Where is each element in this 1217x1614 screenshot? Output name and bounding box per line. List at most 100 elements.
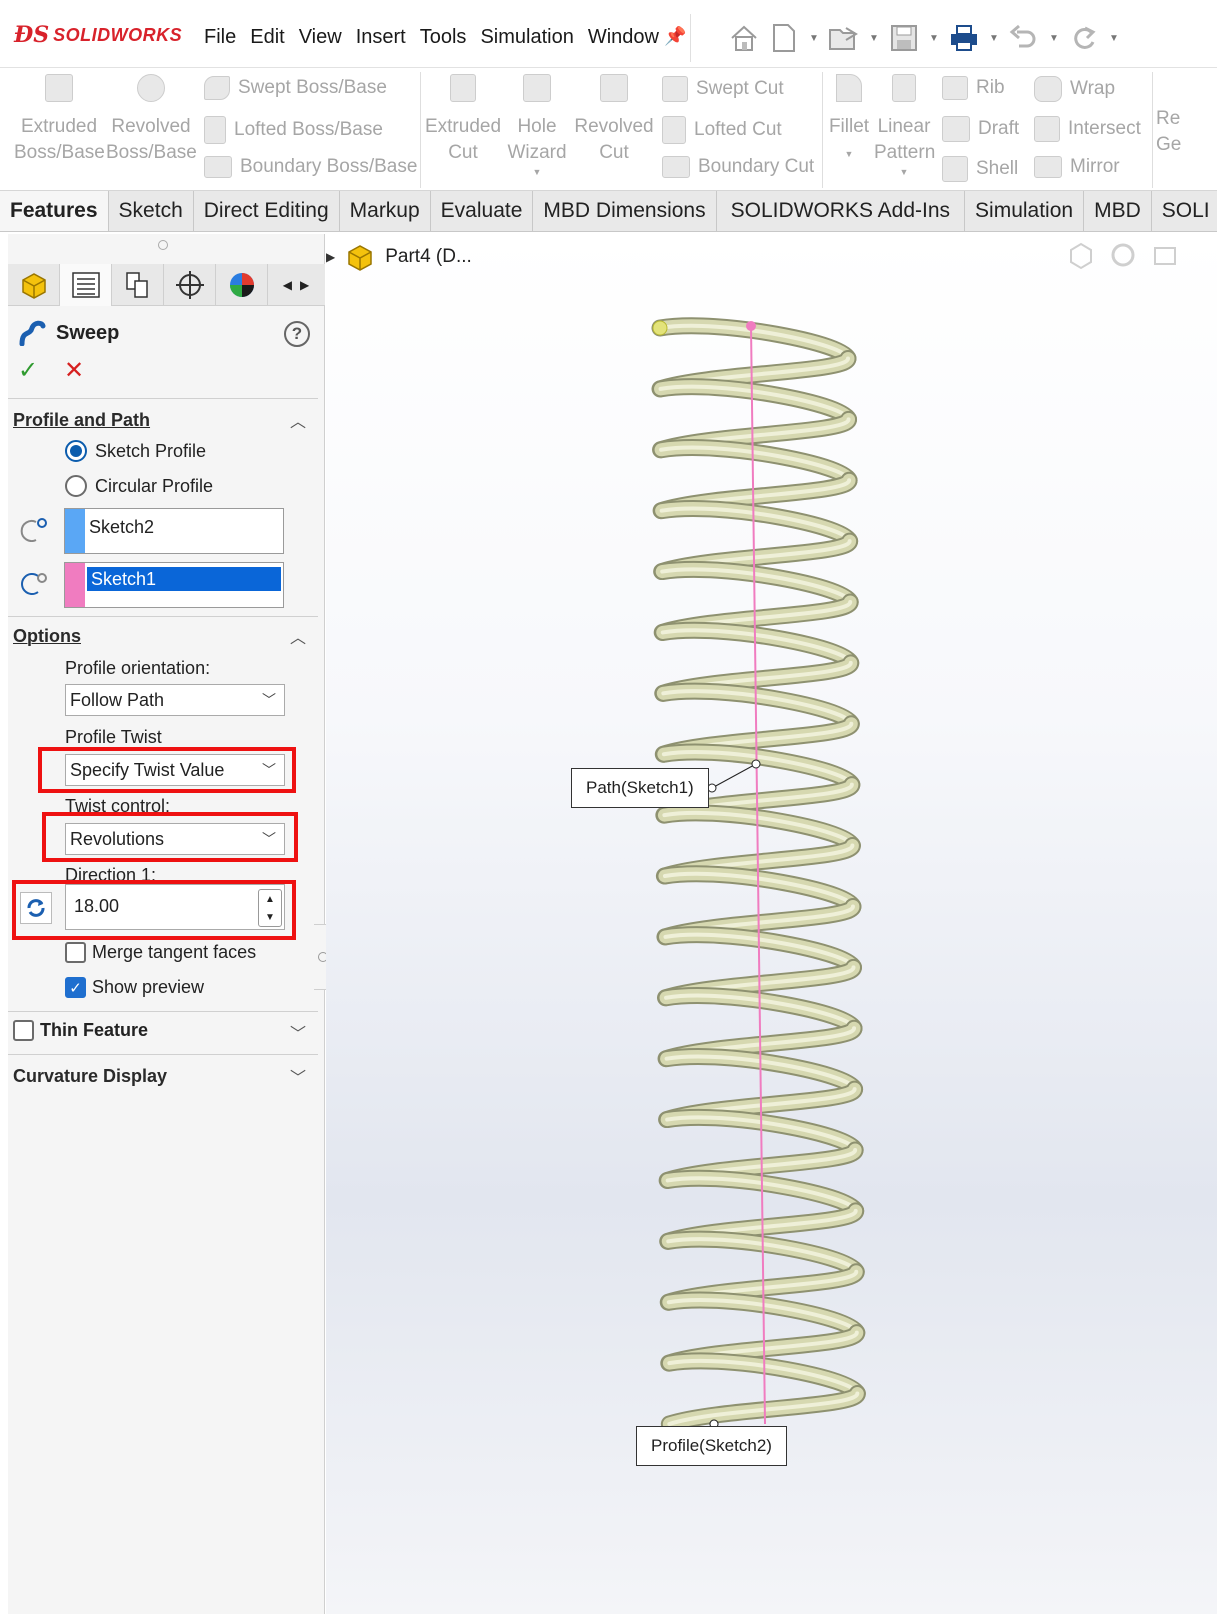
wrap-icon xyxy=(1034,76,1062,102)
menu-simulation[interactable]: Simulation xyxy=(480,26,573,49)
linear-pattern-icon xyxy=(874,74,934,110)
open-icon[interactable] xyxy=(827,21,861,55)
chevron-down-icon[interactable]: ▼ xyxy=(867,33,881,44)
swept-boss-button[interactable]: Swept Boss/Base xyxy=(204,76,387,100)
help-icon[interactable]: ? xyxy=(284,321,310,347)
tab-simulation[interactable]: Simulation xyxy=(965,191,1085,231)
curvature-display-heading[interactable]: Curvature Display xyxy=(13,1066,167,1087)
redo-icon[interactable] xyxy=(1067,21,1101,55)
swept-cut-label: Swept Cut xyxy=(696,78,784,99)
pin-icon[interactable]: 📌 xyxy=(664,26,686,47)
tab-features[interactable]: Features xyxy=(0,191,109,231)
leader-handle[interactable] xyxy=(751,759,761,769)
menu-edit[interactable]: Edit xyxy=(250,26,284,49)
rib-button[interactable]: Rib xyxy=(942,76,1005,100)
sketch-profile-radio[interactable]: Sketch Profile xyxy=(65,440,206,462)
ok-check-icon[interactable]: ✓ xyxy=(18,356,38,385)
mirror-label: Mirror xyxy=(1070,156,1120,177)
chevron-down-icon[interactable]: ▼ xyxy=(987,33,1001,44)
show-preview-checkbox[interactable]: ✓ Show preview xyxy=(65,977,204,998)
reference-geometry-button[interactable]: Re Ge xyxy=(1156,106,1196,158)
profile-circle[interactable] xyxy=(652,320,668,336)
profile-selection-box[interactable]: Sketch2 xyxy=(64,508,284,554)
ds-logo-icon: ƉS xyxy=(14,22,50,48)
menu-view[interactable]: View xyxy=(299,26,342,49)
undo-icon[interactable] xyxy=(1007,21,1041,55)
home-icon[interactable] xyxy=(727,21,761,55)
graphics-area[interactable]: ▶ Part4 (D... Path(Sketch1) Profile(Sket… xyxy=(326,234,1217,1614)
chevron-down-icon[interactable]: ▼ xyxy=(826,140,872,168)
property-manager-tab[interactable] xyxy=(60,264,112,306)
chevron-down-icon[interactable]: ﹀ xyxy=(290,1020,306,1044)
boundary-cut-button[interactable]: Boundary Cut xyxy=(662,156,814,178)
panel-grip[interactable] xyxy=(158,240,168,250)
chevron-down-icon[interactable]: ▼ xyxy=(807,33,821,44)
chevron-up-icon[interactable]: ︿ xyxy=(290,408,306,432)
display-manager-tab[interactable] xyxy=(216,264,268,306)
solidworks-logo[interactable]: ƉS SOLIDWORKS xyxy=(14,22,182,48)
group-divider xyxy=(1152,72,1153,188)
leader-handle[interactable] xyxy=(707,783,717,793)
lofted-boss-button[interactable]: Lofted Boss/Base xyxy=(204,116,383,144)
fillet-button[interactable]: Fillet ▼ xyxy=(826,74,872,168)
chevron-down-icon[interactable]: ▼ xyxy=(927,33,941,44)
chevron-left-icon[interactable]: ◀ xyxy=(283,278,292,292)
tab-mbd-dimensions[interactable]: MBD Dimensions xyxy=(533,191,717,231)
swept-cut-button[interactable]: Swept Cut xyxy=(662,76,784,102)
chevron-down-icon[interactable]: ▼ xyxy=(504,166,570,178)
menu-tools[interactable]: Tools xyxy=(420,26,467,49)
new-document-icon[interactable] xyxy=(767,21,801,55)
profile-orientation-dropdown[interactable]: Follow Path ﹀ xyxy=(65,684,285,716)
linear-pattern-label: Linear Pattern xyxy=(874,116,936,163)
sweep-icon xyxy=(19,320,46,346)
merge-tangent-faces-checkbox[interactable]: Merge tangent faces xyxy=(65,942,256,963)
draft-button[interactable]: Draft xyxy=(942,116,1019,142)
tab-solidworks-clipped[interactable]: SOLI xyxy=(1152,191,1217,231)
chevron-down-icon[interactable]: ▼ xyxy=(874,166,934,178)
tab-evaluate[interactable]: Evaluate xyxy=(431,191,534,231)
mirror-button[interactable]: Mirror xyxy=(1034,156,1120,178)
hole-wizard-button[interactable]: Hole Wizard ▼ xyxy=(504,74,570,178)
extruded-boss-button[interactable]: Extruded Boss/Base xyxy=(14,74,105,166)
boundary-boss-button[interactable]: Boundary Boss/Base xyxy=(204,156,417,178)
feature-title: Sweep xyxy=(18,320,119,346)
more-tabs-scroller[interactable]: ◀ ▶ xyxy=(268,264,324,306)
menu-window[interactable]: Window xyxy=(588,26,659,49)
wrap-button[interactable]: Wrap xyxy=(1034,76,1115,102)
tab-direct-editing[interactable]: Direct Editing xyxy=(194,191,340,231)
path-selection-box[interactable]: Sketch1 xyxy=(64,562,284,608)
group-divider xyxy=(420,72,421,188)
path-start-point[interactable] xyxy=(746,321,756,331)
profile-and-path-heading[interactable]: Profile and Path xyxy=(13,410,150,431)
feature-manager-tab[interactable] xyxy=(8,264,60,306)
circular-profile-radio[interactable]: Circular Profile xyxy=(65,475,213,497)
extruded-cut-button[interactable]: Extruded Cut xyxy=(424,74,502,166)
dimxpert-manager-tab[interactable] xyxy=(164,264,216,306)
revolved-cut-button[interactable]: Revolved Cut xyxy=(574,74,654,166)
shell-button[interactable]: Shell xyxy=(942,156,1018,182)
highlight-box xyxy=(42,812,298,862)
chevron-down-icon[interactable]: ﹀ xyxy=(290,1064,306,1088)
chevron-right-icon[interactable]: ▶ xyxy=(300,278,309,292)
intersect-button[interactable]: Intersect xyxy=(1034,116,1141,142)
save-icon[interactable] xyxy=(887,21,921,55)
print-icon[interactable] xyxy=(947,21,981,55)
menu-insert[interactable]: Insert xyxy=(356,26,406,49)
thin-feature-checkbox[interactable]: Thin Feature xyxy=(13,1020,148,1041)
tab-sketch[interactable]: Sketch xyxy=(109,191,194,231)
cancel-x-icon[interactable]: ✕ xyxy=(64,356,84,385)
lofted-cut-button[interactable]: Lofted Cut xyxy=(662,116,782,144)
revolved-boss-button[interactable]: Revolved Boss/Base xyxy=(106,74,197,166)
rib-icon xyxy=(942,76,968,100)
tab-solidworks-add-ins[interactable]: SOLIDWORKS Add-Ins xyxy=(717,191,966,231)
chevron-down-icon[interactable]: ▼ xyxy=(1047,33,1061,44)
tab-mbd[interactable]: MBD xyxy=(1084,191,1152,231)
spring-model[interactable] xyxy=(326,234,1217,1614)
options-heading[interactable]: Options xyxy=(13,626,81,647)
chevron-up-icon[interactable]: ︿ xyxy=(290,624,306,648)
configuration-manager-tab[interactable] xyxy=(112,264,164,306)
menu-file[interactable]: File xyxy=(204,26,236,49)
tab-markup[interactable]: Markup xyxy=(340,191,431,231)
chevron-down-icon[interactable]: ▼ xyxy=(1107,33,1121,44)
linear-pattern-button[interactable]: Linear Pattern ▼ xyxy=(874,74,936,178)
